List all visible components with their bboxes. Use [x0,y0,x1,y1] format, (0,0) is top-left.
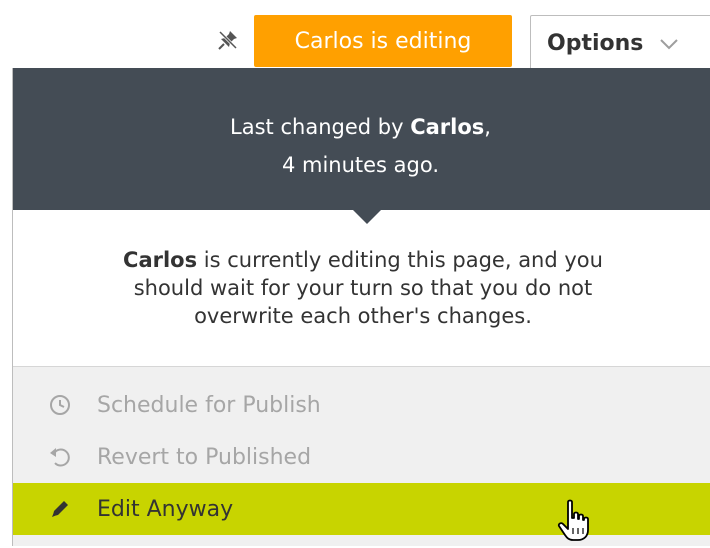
menu-item-edit-anyway[interactable]: Edit Anyway [13,483,710,535]
last-changed-user: Carlos [410,115,485,139]
options-menu: Schedule for Publish Revert to Published… [13,367,710,546]
editing-status-badge[interactable]: Carlos is editing [254,15,512,67]
options-label: Options [547,31,644,56]
menu-item-label: Revert to Published [97,444,312,470]
undo-icon [47,444,73,470]
last-changed-suffix: , [484,115,491,139]
menu-item-label: Edit Anyway [97,496,234,522]
hand-pointer-icon [556,498,592,544]
last-changed-prefix: Last changed by [230,115,411,139]
clock-icon [47,392,73,418]
menu-item-revert-to-published[interactable]: Revert to Published [13,431,710,483]
top-toolbar: Carlos is editing Options [0,0,710,71]
message-line-1: Carlos is currently editing this page, a… [13,246,710,274]
last-changed-time: 4 minutes ago. [281,153,440,177]
last-changed-line: Last changed by Carlos, [13,108,710,146]
chevron-down-icon [659,38,679,50]
message-line-2: should wait for your turn so that you do… [133,276,593,300]
options-dropdown-panel: Last changed by Carlos, 4 minutes ago. C… [12,68,710,546]
message-line-3: overwrite each other's changes. [194,304,532,328]
menu-item-label: Schedule for Publish [97,392,321,418]
pin-slash-icon[interactable] [214,26,242,54]
options-button[interactable]: Options [530,15,710,71]
pencil-icon [47,496,73,522]
message-user: Carlos [123,248,198,272]
message-line1-rest: is currently editing this page, and you [197,248,603,272]
last-changed-header: Last changed by Carlos, 4 minutes ago. [13,68,710,210]
header-pointer-arrow [353,210,381,224]
menu-item-schedule-for-publish[interactable]: Schedule for Publish [13,379,710,431]
editing-warning-message: Carlos is currently editing this page, a… [13,246,710,330]
